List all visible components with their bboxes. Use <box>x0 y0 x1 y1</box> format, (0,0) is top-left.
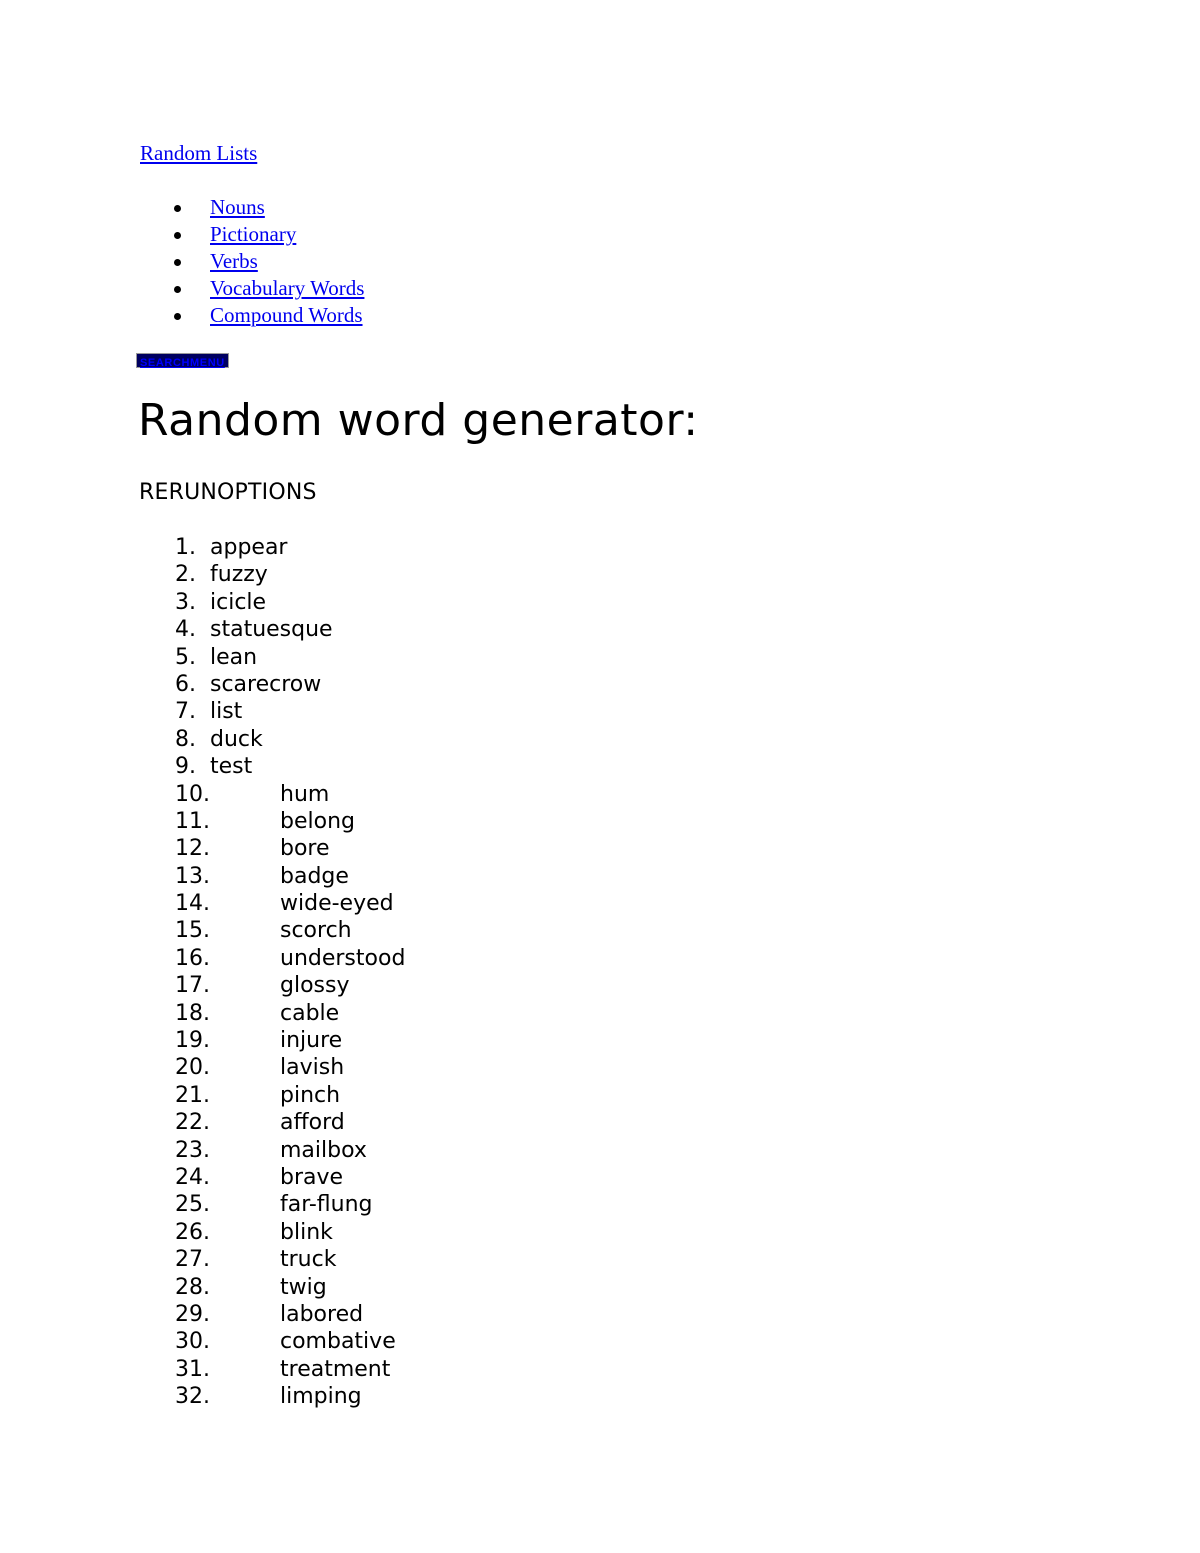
word-number: 11. <box>175 808 210 834</box>
word-text: afford <box>280 1110 345 1136</box>
word-number: 25. <box>175 1192 210 1218</box>
word-text: duck <box>210 726 263 752</box>
bullet-icon <box>174 204 181 212</box>
sidebar-item-pictionary[interactable]: Pictionary <box>210 222 296 246</box>
word-number: 32. <box>175 1384 210 1410</box>
word-text: injure <box>280 1028 343 1054</box>
sidebar-item-vocabulary-words[interactable]: Vocabulary Words <box>210 276 364 300</box>
word-text: fuzzy <box>210 562 268 588</box>
word-number: 27. <box>175 1247 210 1273</box>
word-text: icicle <box>210 589 267 615</box>
word-text: statuesque <box>210 617 333 643</box>
word-text: twig <box>280 1274 327 1300</box>
word-text: wide-eyed <box>280 891 394 917</box>
category-nav-list: Nouns Pictionary Verbs Vocabulary Words … <box>140 194 364 329</box>
word-number: 16. <box>175 945 210 971</box>
word-number: 21. <box>175 1082 210 1108</box>
search-menu-bar[interactable]: SEARCHMENU <box>136 353 229 369</box>
word-text: brave <box>280 1164 344 1190</box>
word-number: 26. <box>175 1219 210 1245</box>
word-text: appear <box>210 535 288 560</box>
list-item: Pictionary <box>140 221 364 248</box>
word-number: 31. <box>175 1356 210 1382</box>
rerun-options-controls[interactable]: RERUNOPTIONS <box>139 479 317 507</box>
word-text: far-flung <box>280 1192 373 1218</box>
word-number: 29. <box>175 1301 210 1327</box>
word-number: 13. <box>175 863 210 889</box>
sidebar-item-verbs[interactable]: Verbs <box>210 249 258 273</box>
word-number: 4. <box>175 617 196 643</box>
word-number: 18. <box>175 1000 210 1026</box>
word-number: 6. <box>175 671 196 697</box>
page-title: Random word generator: <box>138 395 699 446</box>
word-number: 12. <box>175 836 210 862</box>
word-text: cable <box>280 1000 340 1026</box>
word-number: 9. <box>175 754 196 780</box>
bullet-icon <box>174 312 181 320</box>
word-number: 30. <box>175 1329 210 1355</box>
word-number: 3. <box>175 589 196 615</box>
word-text: badge <box>280 863 349 889</box>
word-text: treatment <box>280 1356 391 1382</box>
word-text: mailbox <box>280 1137 367 1163</box>
word-text: lavish <box>280 1055 345 1081</box>
word-text: scorch <box>280 918 352 944</box>
random-lists-link[interactable]: Random Lists <box>140 140 257 166</box>
word-text: combative <box>280 1329 396 1355</box>
bullet-icon <box>174 258 181 266</box>
word-text: labored <box>280 1301 364 1327</box>
word-number: 15. <box>175 918 210 944</box>
word-text: scarecrow <box>210 671 322 697</box>
sidebar-item-nouns[interactable]: Nouns <box>210 195 265 219</box>
word-number: 28. <box>175 1274 210 1300</box>
word-number: 19. <box>175 1028 210 1054</box>
word-number: 5. <box>175 644 196 670</box>
word-text: belong <box>280 808 355 834</box>
word-text: limping <box>280 1384 362 1410</box>
word-number: 14. <box>175 891 210 917</box>
word-text: truck <box>280 1247 337 1273</box>
sidebar-item-compound-words[interactable]: Compound Words <box>210 303 363 327</box>
word-text: list <box>210 699 243 725</box>
list-item: Compound Words <box>140 302 364 329</box>
bullet-icon <box>174 231 181 239</box>
word-text: hum <box>280 781 330 807</box>
word-number: 23. <box>175 1137 210 1163</box>
word-number: 20. <box>175 1055 210 1081</box>
word-number: 10. <box>175 781 210 807</box>
document-page: Random Lists Nouns Pictionary Verbs Voca… <box>0 0 1200 1553</box>
bullet-icon <box>174 285 181 293</box>
word-number: 8. <box>175 726 196 752</box>
list-item: Nouns <box>140 194 364 221</box>
word-number: 1. <box>175 535 196 560</box>
word-text: lean <box>210 644 258 670</box>
word-text: bore <box>280 836 330 862</box>
word-text: glossy <box>280 973 350 999</box>
word-number: 17. <box>175 973 210 999</box>
search-menu-label[interactable]: SEARCHMENU <box>140 357 225 369</box>
list-item: Vocabulary Words <box>140 275 364 302</box>
list-item: Verbs <box>140 248 364 275</box>
word-number: 24. <box>175 1164 210 1190</box>
word-number: 2. <box>175 562 196 588</box>
word-text: blink <box>280 1219 333 1245</box>
word-number: 7. <box>175 699 196 725</box>
word-text: pinch <box>280 1082 341 1108</box>
word-text: understood <box>280 945 406 971</box>
word-text: test <box>210 754 253 780</box>
word-number: 22. <box>175 1110 210 1136</box>
